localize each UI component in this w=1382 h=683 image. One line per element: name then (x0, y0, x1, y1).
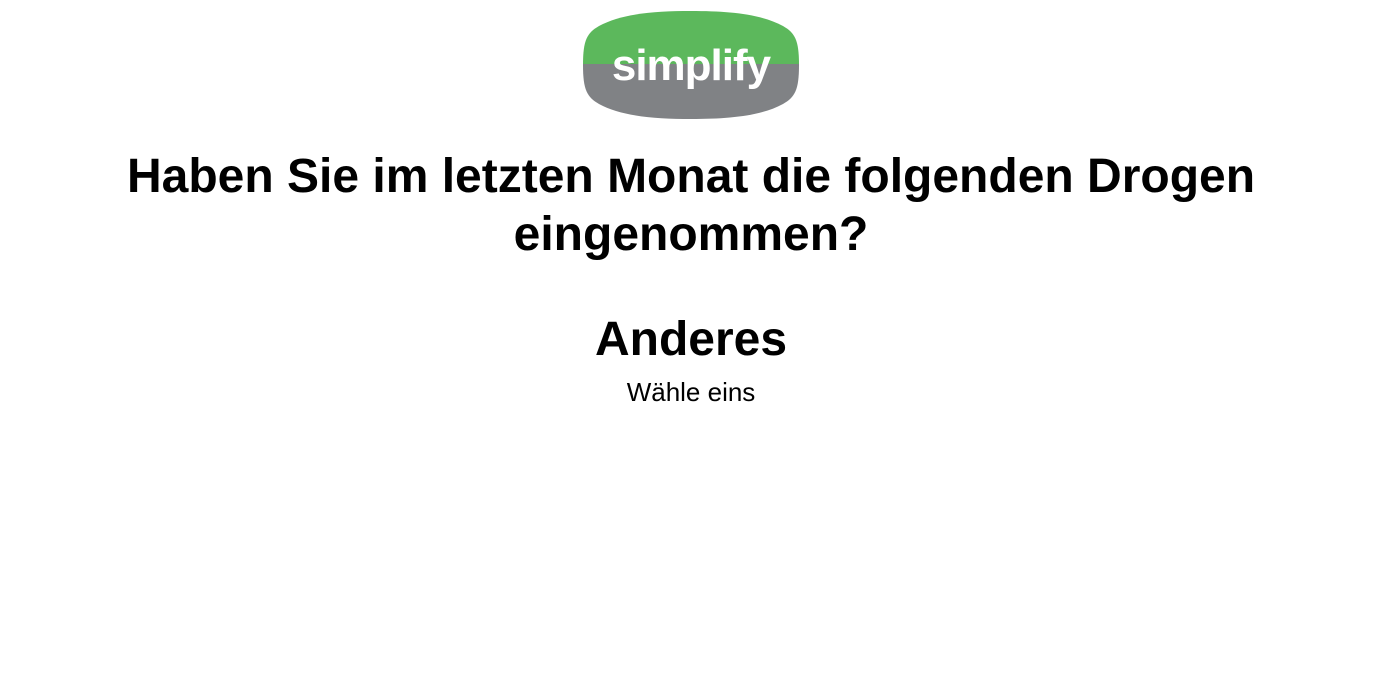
logo-wordmark: simplify (612, 41, 772, 90)
question-title: Haben Sie im letzten Monat die folgenden… (126, 150, 1256, 261)
simplify-logo: simplify (583, 10, 799, 120)
instruction-text: Wähle eins (626, 377, 756, 407)
item-title: Anderes (594, 313, 788, 366)
